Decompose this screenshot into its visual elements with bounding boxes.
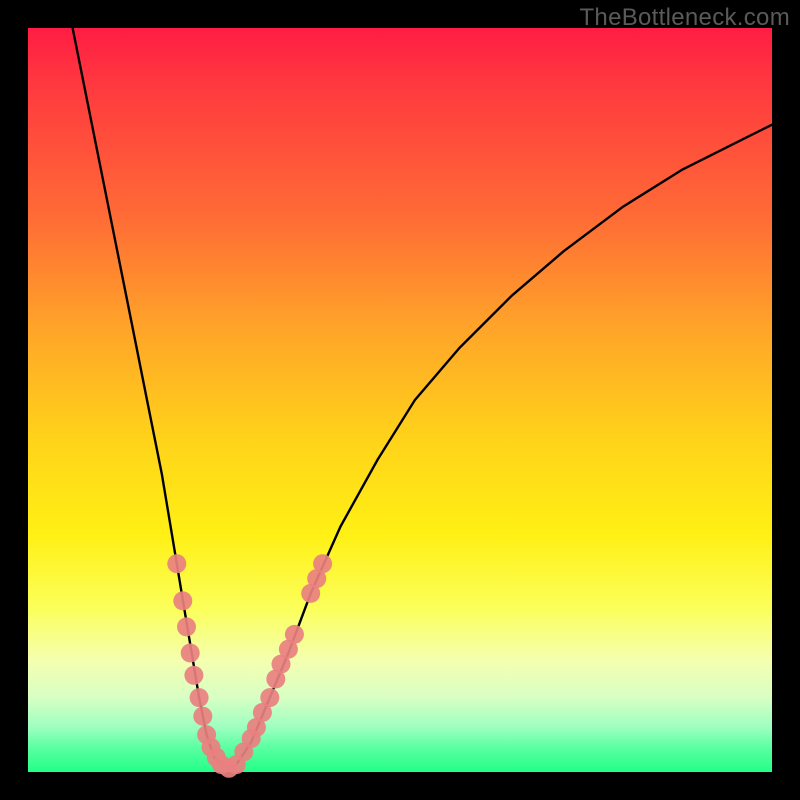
marker-dot: [193, 707, 212, 726]
bottleneck-curve: [73, 28, 772, 768]
marker-dot: [173, 591, 192, 610]
marker-dot: [260, 688, 279, 707]
marker-dot: [167, 554, 186, 573]
watermark-text: TheBottleneck.com: [579, 4, 790, 32]
chart-svg: [28, 28, 772, 772]
plot-area: [28, 28, 772, 772]
marker-dot: [184, 666, 203, 685]
marker-dot: [177, 617, 196, 636]
chart-frame: TheBottleneck.com: [0, 0, 800, 800]
marker-dot: [190, 688, 209, 707]
marker-dot: [285, 625, 304, 644]
marker-dot: [313, 554, 332, 573]
marker-dot: [181, 644, 200, 663]
highlighted-points: [167, 554, 332, 778]
